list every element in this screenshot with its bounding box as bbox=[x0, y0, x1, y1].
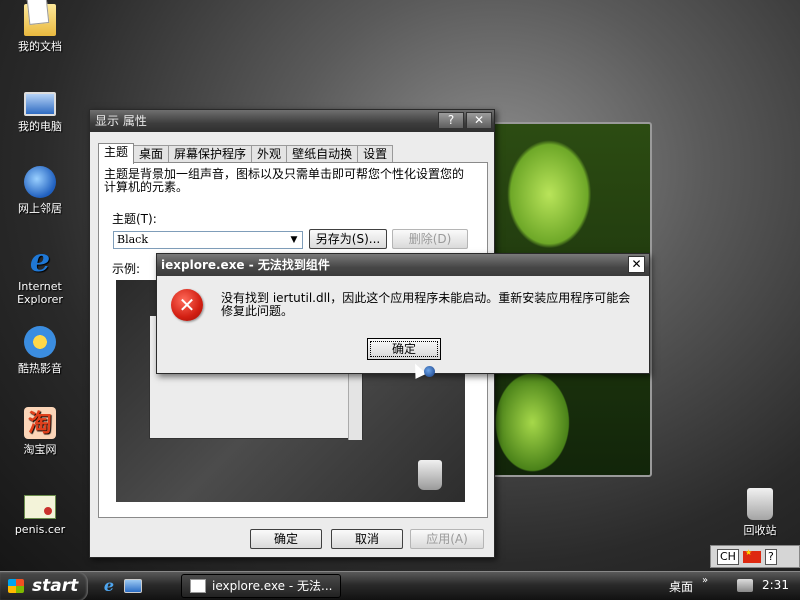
busy-indicator-icon bbox=[424, 366, 435, 377]
tab-settings[interactable]: 设置 bbox=[357, 145, 394, 163]
help-button[interactable]: ? bbox=[438, 112, 464, 129]
desktop-icon-label: 我的电脑 bbox=[18, 120, 62, 133]
error-dialog: iexplore.exe - 无法找到组件 ✕ ✕ 没有找到 iertutil.… bbox=[156, 253, 650, 374]
desktop-icon-recycle-bin[interactable]: 回收站 bbox=[726, 488, 794, 537]
delete-button[interactable]: 删除(D) bbox=[392, 229, 468, 249]
quick-launch-ie-icon[interactable]: e bbox=[100, 577, 118, 595]
tab-strip: 主题 桌面 屏幕保护程序 外观 壁纸自动换 设置 bbox=[98, 143, 394, 164]
theme-select-value: Black bbox=[117, 233, 148, 246]
tab-screensaver[interactable]: 屏幕保护程序 bbox=[168, 145, 253, 163]
window-title-bar[interactable]: 显示 属性 ? ✕ bbox=[90, 110, 494, 132]
tab-desktop[interactable]: 桌面 bbox=[133, 145, 170, 163]
certificate-icon bbox=[24, 495, 56, 519]
error-dialog-title-bar[interactable]: iexplore.exe - 无法找到组件 ✕ bbox=[157, 254, 649, 276]
error-icon: ✕ bbox=[171, 289, 203, 321]
kuer-player-icon bbox=[24, 326, 56, 358]
taskbar-button-iexplore[interactable]: iexplore.exe - 无法... bbox=[181, 574, 341, 598]
desktop-icon-kuer[interactable]: 酷热影音 bbox=[6, 326, 74, 375]
theme-label: 主题(T): bbox=[112, 212, 157, 226]
start-button[interactable]: start bbox=[0, 572, 88, 600]
taskbar-button-label: iexplore.exe - 无法... bbox=[212, 579, 333, 593]
my-computer-icon bbox=[24, 92, 56, 116]
network-tray-icon[interactable] bbox=[737, 579, 753, 592]
desktop-icon-network[interactable]: 网上邻居 bbox=[6, 166, 74, 215]
start-label: start bbox=[32, 576, 79, 596]
china-flag-icon[interactable] bbox=[742, 548, 761, 563]
close-button[interactable]: ✕ bbox=[466, 112, 492, 129]
internet-explorer-icon: e bbox=[29, 241, 51, 279]
desktop-icon-label: 回收站 bbox=[743, 524, 777, 537]
error-dialog-title: iexplore.exe - 无法找到组件 bbox=[161, 258, 330, 272]
show-desktop-icon[interactable] bbox=[124, 579, 142, 593]
theme-select[interactable]: Black ▼ bbox=[113, 231, 303, 249]
desktop-icon-label: 淘宝网 bbox=[23, 443, 57, 456]
my-documents-icon bbox=[24, 4, 56, 36]
desktop-icon-certificate[interactable]: penis.cer bbox=[6, 489, 74, 536]
desktop-icon-ie[interactable]: e Internet Explorer bbox=[6, 244, 74, 306]
recycle-bin-icon bbox=[747, 488, 773, 520]
window-title: 显示 属性 bbox=[95, 114, 147, 128]
network-places-icon bbox=[24, 166, 56, 198]
clock: 2:31 bbox=[762, 578, 789, 592]
cancel-button[interactable]: 取消 bbox=[331, 529, 403, 549]
desktop-icon-taobao[interactable]: 淘 淘宝网 bbox=[6, 407, 74, 456]
desktop-icon-label: penis.cer bbox=[14, 523, 66, 536]
apply-button[interactable]: 应用(A) bbox=[410, 529, 484, 549]
sample-label: 示例: bbox=[112, 262, 141, 276]
close-button[interactable]: ✕ bbox=[628, 256, 645, 273]
taskbar: start e iexplore.exe - 无法... 桌面 » 2:31 bbox=[0, 571, 800, 600]
tab-appearance[interactable]: 外观 bbox=[251, 145, 288, 163]
desktop-icon-label: 网上邻居 bbox=[18, 202, 62, 215]
ok-button[interactable]: 确定 bbox=[250, 529, 322, 549]
language-bar[interactable]: CH ? bbox=[710, 545, 800, 568]
tab-wallpaper-auto[interactable]: 壁纸自动换 bbox=[286, 145, 359, 163]
tab-theme[interactable]: 主题 bbox=[98, 143, 135, 164]
chevron-icon[interactable]: » bbox=[702, 575, 708, 586]
language-indicator[interactable]: CH bbox=[717, 548, 739, 565]
error-ok-button[interactable]: 确定 bbox=[367, 338, 441, 360]
recycle-bin-icon bbox=[418, 460, 442, 490]
desktop-icon-my-documents[interactable]: 我的文档 bbox=[6, 4, 74, 53]
desktop-toolbar-label[interactable]: 桌面 bbox=[669, 578, 693, 595]
save-as-button[interactable]: 另存为(S)... bbox=[309, 229, 387, 249]
chevron-down-icon[interactable]: ▼ bbox=[288, 233, 300, 247]
desktop-icon-label: Internet Explorer bbox=[17, 280, 63, 306]
desktop-icon-my-computer[interactable]: 我的电脑 bbox=[6, 86, 74, 133]
taobao-icon: 淘 bbox=[24, 407, 56, 439]
preview-scrollbar bbox=[348, 374, 362, 440]
desktop-icon-label: 我的文档 bbox=[18, 40, 62, 53]
desktop-icon-label: 酷热影音 bbox=[18, 362, 62, 375]
window-icon bbox=[190, 579, 206, 593]
error-message: 没有找到 iertutil.dll，因此这个应用程序未能启动。重新安装应用程序可… bbox=[221, 291, 631, 318]
help-icon[interactable]: ? bbox=[764, 548, 777, 565]
theme-description: 主题是背景加一组声音，图标以及只需单击即可帮您个性化设置您的计算机的元素。 bbox=[104, 167, 465, 194]
windows-logo-icon bbox=[8, 579, 24, 593]
